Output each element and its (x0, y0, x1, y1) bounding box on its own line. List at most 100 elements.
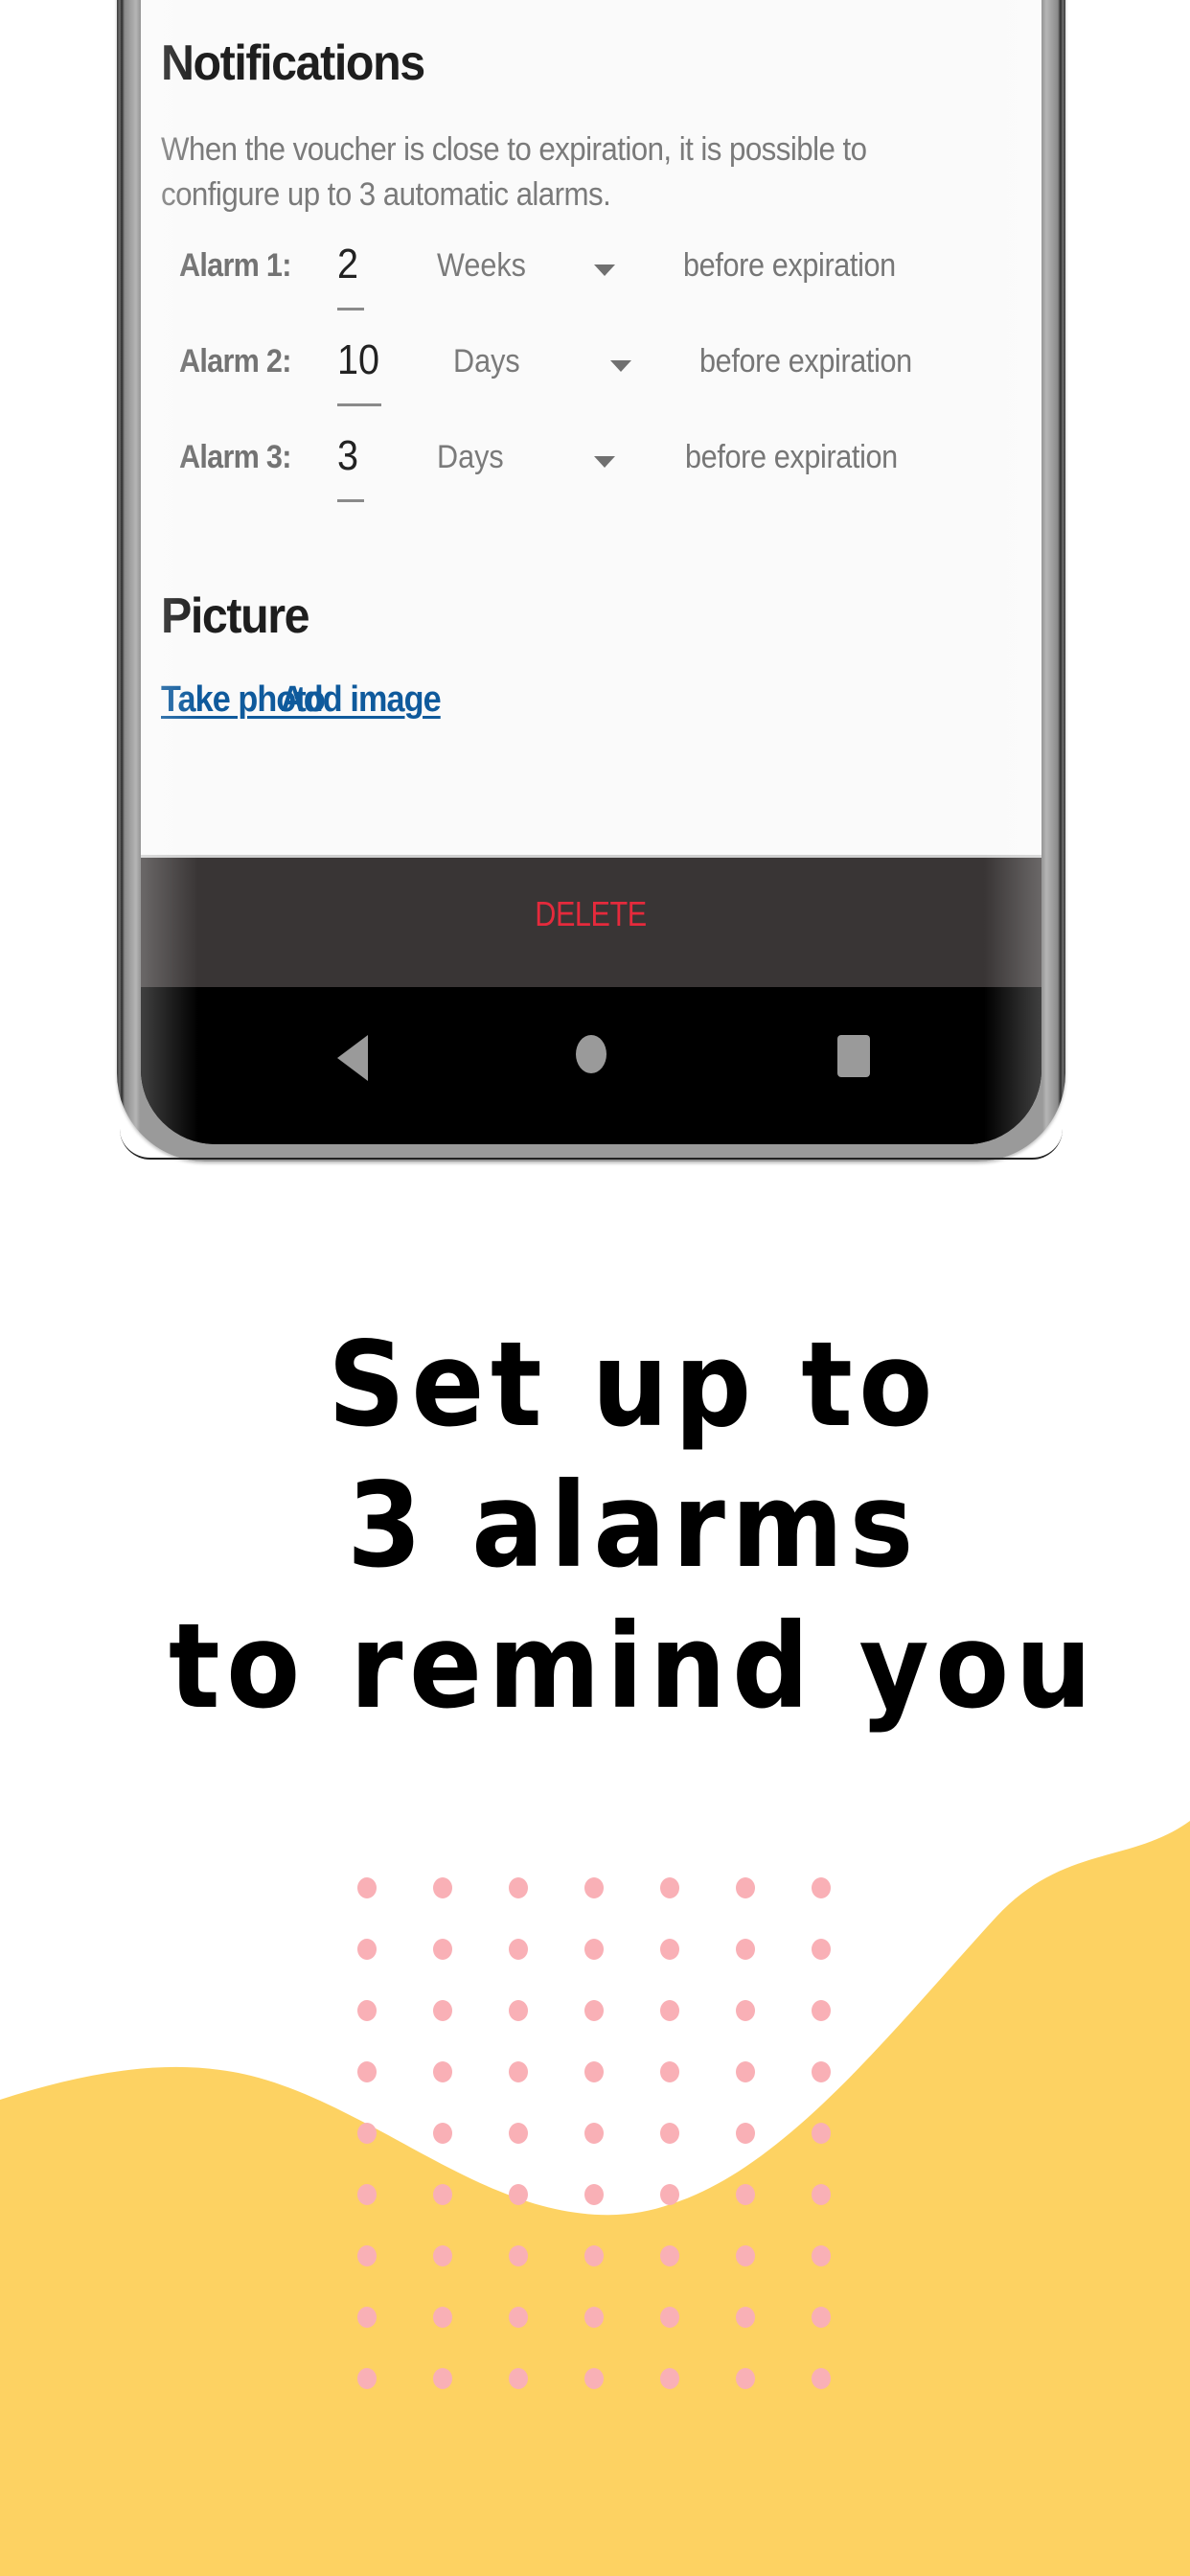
description-line-1: When the voucher is close to expiration,… (161, 131, 867, 168)
headline-line-3: to remind you (169, 1598, 1098, 1735)
alarm-label: Alarm 3: (179, 439, 291, 475)
decorative-dot (433, 2245, 452, 2266)
alarm-suffix: before expiration (685, 439, 898, 475)
action-bar: DELETE (141, 855, 1041, 987)
decorative-dot (433, 2000, 452, 2021)
recent-apps-icon[interactable] (837, 1035, 870, 1077)
alarm-label: Alarm 2: (179, 343, 291, 380)
decorative-dot (736, 2368, 755, 2389)
delete-button[interactable]: DELETE (141, 894, 1041, 934)
headline-line-1: Set up to (328, 1317, 939, 1453)
decorative-dot (433, 1877, 452, 1898)
decorative-dot (736, 2245, 755, 2266)
alarm-unit-value: Days (453, 343, 520, 380)
decorative-dot (736, 2123, 755, 2144)
promo-headline: Set up to 3 alarms to remind you (0, 1315, 1190, 1737)
decorative-dot (357, 2307, 377, 2328)
input-underline (337, 499, 364, 502)
decorative-dot (509, 1939, 528, 1960)
decorative-dot (660, 2061, 679, 2082)
phone-frame: Notifications When the voucher is close … (117, 0, 1065, 1162)
decorative-dot (509, 2245, 528, 2266)
decorative-dot (584, 2000, 604, 2021)
decorative-dot (584, 2368, 604, 2389)
decorative-dot (660, 2307, 679, 2328)
decorative-dot (357, 2184, 377, 2205)
delete-label: DELETE (535, 894, 648, 933)
decorative-dot (812, 2123, 831, 2144)
decorative-dot (433, 2123, 452, 2144)
add-image-link[interactable]: Add image (281, 679, 442, 721)
alarm-suffix: before expiration (683, 247, 896, 284)
input-underline (337, 308, 364, 310)
decorative-dot (357, 2000, 377, 2021)
alarm-unit-value: Days (437, 439, 504, 475)
alarm-value-input[interactable]: 3 (337, 431, 358, 481)
decorative-dot (357, 2061, 377, 2082)
decorative-dot (433, 2307, 452, 2328)
decorative-dot (584, 1877, 604, 1898)
decorative-dot (812, 1877, 831, 1898)
decorative-dot (509, 2184, 528, 2205)
alarm-label: Alarm 1: (179, 247, 291, 284)
decorative-dot (584, 2123, 604, 2144)
decorative-dot (812, 1939, 831, 1960)
alarm-value-input[interactable]: 2 (337, 240, 358, 289)
notifications-description: When the voucher is close to expiration,… (161, 127, 919, 218)
decorative-dot (812, 2307, 831, 2328)
home-icon[interactable] (576, 1035, 606, 1073)
alarm-unit-value: Weeks (437, 247, 526, 284)
decorative-dot (812, 2368, 831, 2389)
decorative-dot (660, 1877, 679, 1898)
dropdown-arrow-icon (610, 360, 631, 372)
alarm-value-input[interactable]: 10 (337, 335, 379, 385)
alarm-row-3: Alarm 3: 3 Days before expiration (141, 422, 1041, 508)
decorative-dot (509, 2061, 528, 2082)
decorative-dot (736, 2000, 755, 2021)
decorative-dot (584, 2307, 604, 2328)
notifications-heading: Notifications (161, 35, 425, 91)
decorative-dot (736, 2307, 755, 2328)
decorative-dot (509, 1877, 528, 1898)
decorative-dot (660, 2368, 679, 2389)
description-line-2: configure up to 3 automatic alarms. (161, 176, 611, 213)
decorative-dot (736, 2061, 755, 2082)
phone-screen: Notifications When the voucher is close … (141, 0, 1041, 1144)
decorative-dot (357, 2368, 377, 2389)
decorative-dot (812, 2184, 831, 2205)
decorative-dot (812, 2245, 831, 2266)
decorative-dot (812, 2000, 831, 2021)
decorative-dot (509, 2307, 528, 2328)
decorative-dot (660, 2000, 679, 2021)
decorative-dot (357, 2123, 377, 2144)
voucher-edit-content: Notifications When the voucher is close … (141, 0, 1041, 855)
decorative-dot (584, 2184, 604, 2205)
dropdown-arrow-icon (594, 456, 615, 468)
decorative-dot (660, 2184, 679, 2205)
decorative-dot (660, 2123, 679, 2144)
decorative-dot (509, 2368, 528, 2389)
decorative-dot (584, 2061, 604, 2082)
decorative-dot (660, 2245, 679, 2266)
decorative-dot (584, 1939, 604, 1960)
decorative-dot (357, 2245, 377, 2266)
decorative-dot (433, 2184, 452, 2205)
headline-line-2: 3 alarms (347, 1458, 920, 1594)
decorative-dot (736, 1877, 755, 1898)
decorative-dot (433, 1939, 452, 1960)
decorative-dot (509, 2123, 528, 2144)
alarm-suffix: before expiration (699, 343, 912, 380)
input-underline (337, 403, 381, 406)
back-icon[interactable] (337, 1035, 368, 1081)
alarm-row-1: Alarm 1: 2 Weeks before expiration (141, 230, 1041, 316)
decorative-dot (357, 1877, 377, 1898)
android-nav-bar (141, 987, 1041, 1144)
decorative-dot (812, 2061, 831, 2082)
decorative-dot (509, 2000, 528, 2021)
decorative-dot (433, 2061, 452, 2082)
alarm-row-2: Alarm 2: 10 Days before expiration (141, 326, 1041, 412)
decorative-dot (584, 2245, 604, 2266)
decorative-dot (736, 1939, 755, 1960)
dropdown-arrow-icon (594, 264, 615, 276)
decorative-dot (357, 1939, 377, 1960)
